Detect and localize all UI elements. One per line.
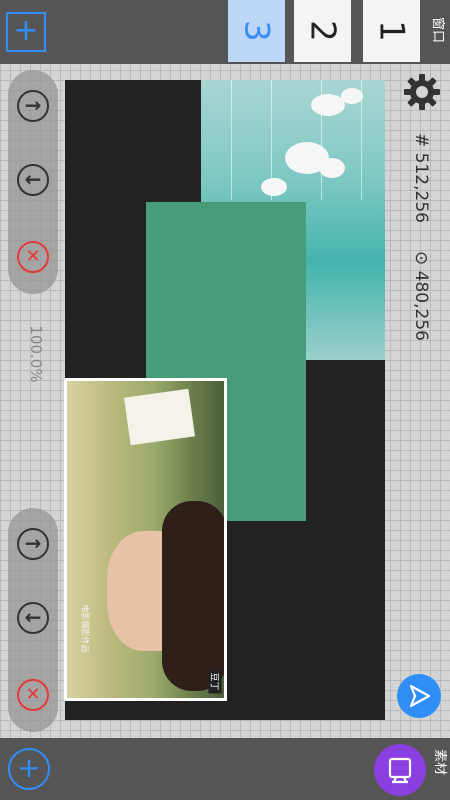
add-window-button[interactable]: + [6, 12, 46, 52]
tab-window-3[interactable]: 3 [228, 0, 285, 62]
tab-label: 3 [236, 20, 277, 42]
arrow-left-icon[interactable]: ← [17, 164, 49, 196]
bottom-bar: + 素材 [0, 738, 450, 800]
tab-window-2[interactable]: 2 [294, 0, 351, 62]
material-icon [388, 757, 412, 784]
photo-tag: 豆丁 [208, 669, 222, 694]
tab-label: 2 [302, 20, 343, 42]
settings-gear-icon[interactable] [402, 72, 442, 112]
layer-controls-top: → ← ✕ [8, 70, 58, 294]
close-icon[interactable]: ✕ [17, 241, 49, 273]
layer-image-photo[interactable]: 电影摄影作品 豆丁 [64, 378, 227, 701]
layer-controls-bottom: → ← ✕ [8, 508, 58, 732]
layer-position-label: ⊙ 480,256 [411, 251, 431, 341]
layer-size-label: # 512,256 [411, 133, 431, 223]
send-button[interactable] [397, 674, 441, 718]
tab-label: 1 [371, 20, 412, 42]
window-label: 窗口 [430, 16, 445, 43]
arrow-left-icon[interactable]: ← [17, 602, 49, 634]
material-label: 素材 [432, 748, 447, 775]
send-icon [409, 684, 431, 708]
zoom-level: 100.0% [27, 325, 45, 383]
arrow-right-icon[interactable]: → [17, 528, 49, 560]
close-icon[interactable]: ✕ [17, 679, 49, 711]
arrow-right-icon[interactable]: → [17, 90, 49, 122]
photo-watermark: 电影摄影作品 [80, 604, 90, 653]
material-button[interactable] [374, 744, 426, 796]
top-bar: + 3 2 1 窗口 [0, 0, 450, 64]
add-material-button[interactable]: + [8, 748, 50, 790]
tab-window-1[interactable]: 1 [363, 0, 420, 62]
